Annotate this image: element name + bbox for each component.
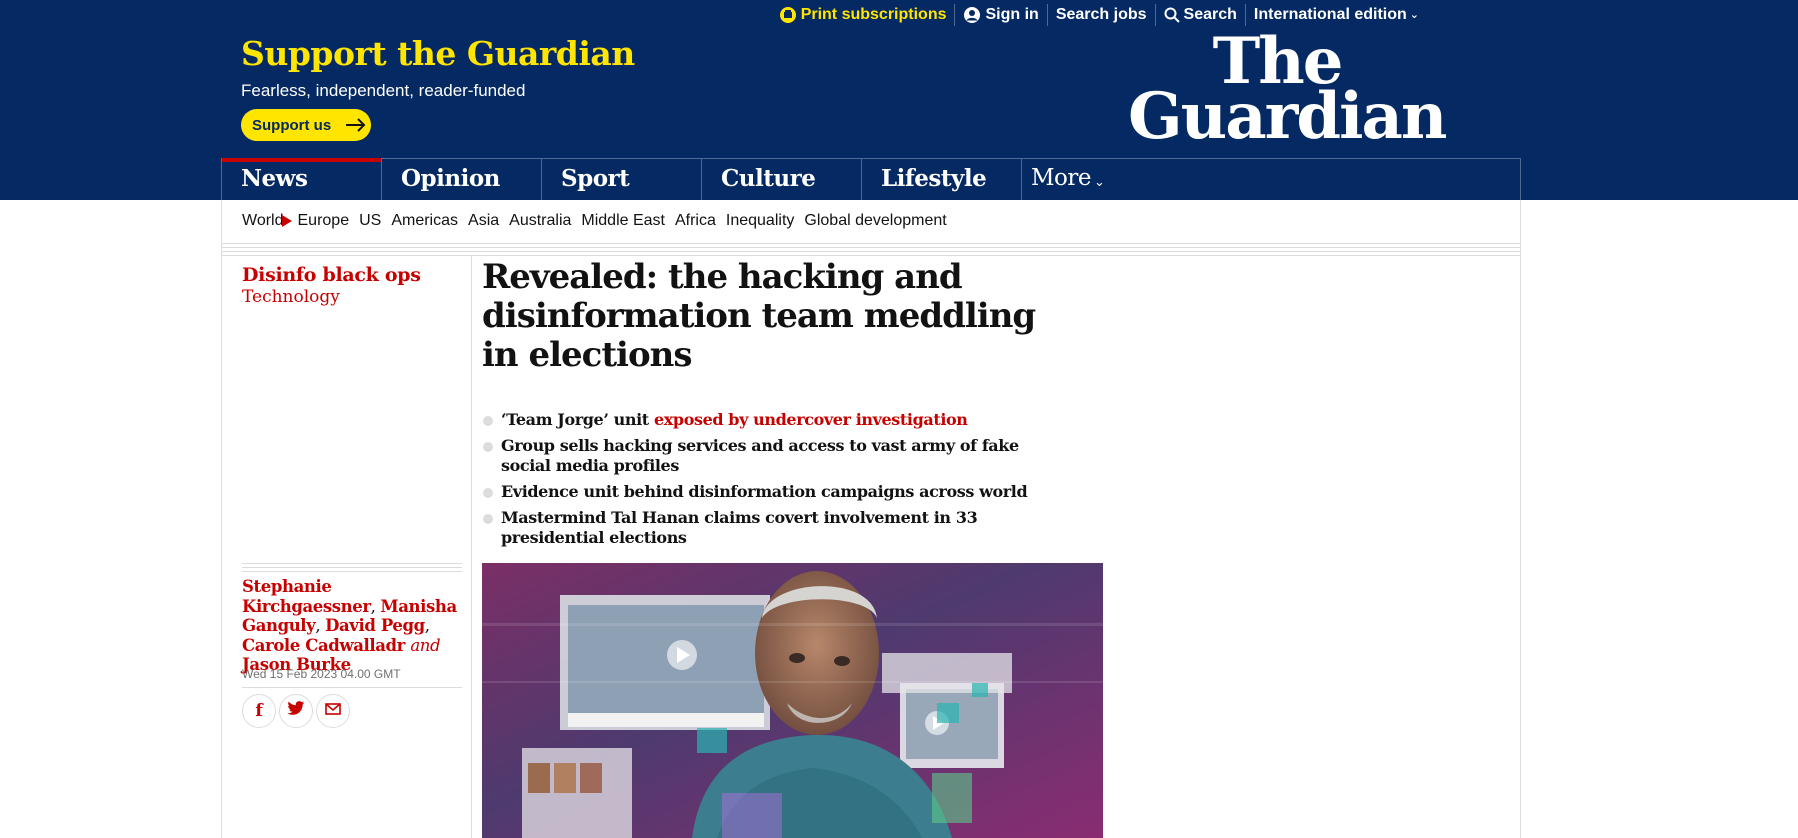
facebook-share-button[interactable]: f [242,694,276,728]
top-utility-bar: Print subscriptions Sign in Search jobs … [0,0,1798,29]
print-subscriptions-link[interactable]: Print subscriptions [771,4,955,26]
search-link[interactable]: Search [1154,3,1245,26]
divider [242,687,462,688]
author-link[interactable]: Stephanie Kirchgaessner [242,577,371,616]
subnav-world[interactable]: World [242,212,284,230]
divider [222,247,1520,248]
pillar-nav: News Opinion Sport Culture Lifestyle Mor… [221,158,1521,200]
divider [222,251,1520,252]
standfirst-text: ‘Team Jorge’ unit [501,410,654,429]
print-subscriptions-label: Print subscriptions [800,5,947,23]
guardian-logo[interactable]: The Guardian [1128,29,1447,155]
divider [222,255,1520,256]
support-subtitle: Fearless, independent, reader-funded [241,81,526,100]
standfirst-item: ‘Team Jorge’ unit exposed by undercover … [482,410,1042,430]
chevron-down-icon: ⌄ [1094,175,1105,190]
author-link[interactable]: David Pegg [325,616,425,635]
standfirst-item: Mastermind Tal Hanan claims covert invol… [482,508,1042,548]
search-icon [1164,7,1180,23]
email-share-button[interactable] [316,694,350,728]
dateline: Wed 15 Feb 2023 04.00 GMT [242,667,401,681]
edition-label: International edition [1253,5,1407,23]
investigation-link[interactable]: exposed by undercover investigation [654,410,968,429]
sign-in-link[interactable]: Sign in [954,3,1046,26]
subnav-africa[interactable]: Africa [675,212,716,230]
article-headline: Revealed: the hacking and disinformation… [482,257,1036,375]
triangle-right-icon [281,215,292,227]
subnav-americas[interactable]: Americas [391,212,458,230]
standfirst-item: Evidence unit behind disinformation camp… [482,482,1042,502]
hero-illustration [482,563,1103,838]
subnav-inequality[interactable]: Inequality [726,212,795,230]
sign-in-label: Sign in [985,5,1039,23]
chevron-down-icon: ⌄ [1409,9,1419,21]
subnav-middle-east[interactable]: Middle East [581,212,665,230]
content-frame: World Europe US Americas Asia Australia … [221,200,1521,838]
facebook-icon: f [255,701,263,721]
support-us-button[interactable]: Support us [241,109,371,141]
subnav-europe[interactable]: Europe [298,212,350,230]
print-icon [779,6,797,24]
twitter-share-button[interactable] [279,694,313,728]
section-label[interactable]: Technology [242,287,340,307]
pillar-news[interactable]: News [222,158,382,200]
more-label: More [1031,165,1092,191]
subnav-australia[interactable]: Australia [509,212,571,230]
standfirst-item: Group sells hacking services and access … [482,436,1042,476]
pillar-culture[interactable]: Culture [702,159,862,200]
hero-image [482,563,1103,838]
share-buttons: f [242,694,353,728]
support-us-label: Support us [252,116,332,134]
pillar-opinion[interactable]: Opinion [382,159,542,200]
series-label[interactable]: Disinfo black ops [242,264,421,286]
author-link[interactable]: Carole Cadwalladr [242,636,405,655]
support-title: Support the Guardian [241,34,635,73]
subnav-asia[interactable]: Asia [468,212,499,230]
pillar-lifestyle[interactable]: Lifestyle [862,159,1022,200]
column-divider [471,256,472,838]
search-jobs-label: Search jobs [1055,5,1147,23]
email-icon [325,702,341,720]
edition-picker[interactable]: International edition ⌄ [1244,3,1427,26]
twitter-icon [287,701,305,721]
pillar-sport[interactable]: Sport [542,159,702,200]
subnav-global-development[interactable]: Global development [804,212,946,230]
byline-and: and [410,635,441,655]
sub-nav: World Europe US Americas Asia Australia … [242,212,947,230]
subnav-us[interactable]: US [359,212,381,230]
arrow-right-icon [345,118,367,132]
logo-line2: Guardian [1128,79,1447,155]
standfirst-list: ‘Team Jorge’ unit exposed by undercover … [482,410,1042,554]
divider [222,243,1520,244]
byline: Stephanie Kirchgaessner, Manisha Ganguly… [242,577,457,674]
byline-rules [242,563,462,575]
search-label: Search [1183,5,1237,23]
user-icon [963,6,981,24]
search-jobs-link[interactable]: Search jobs [1046,3,1155,26]
more-menu-button[interactable]: More ⌄ [1022,159,1105,200]
